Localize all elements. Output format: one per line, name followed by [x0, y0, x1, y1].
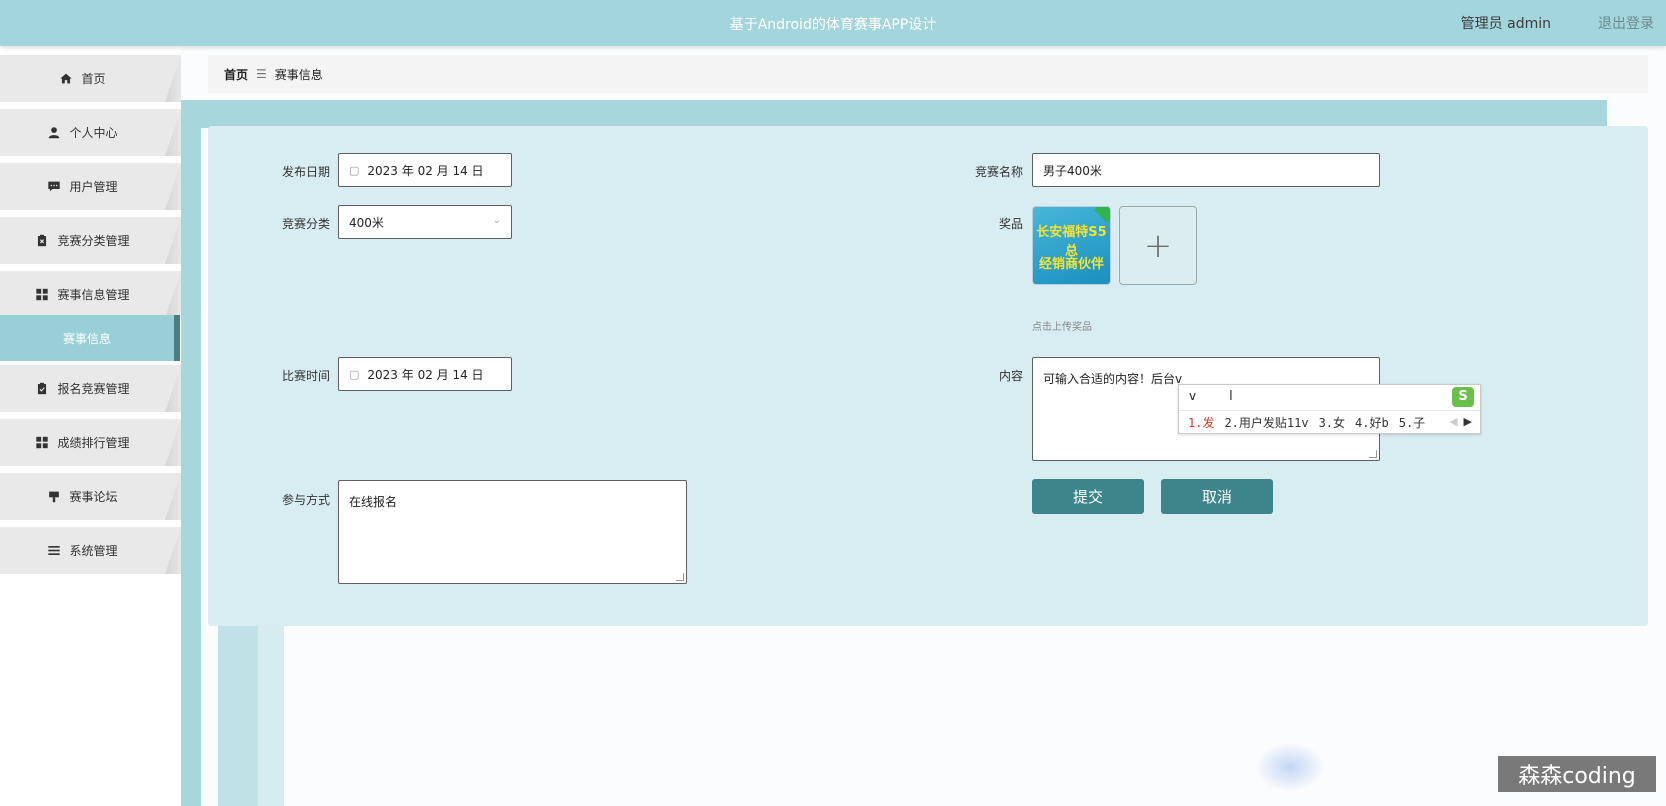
sidebar-item-label: 用户管理 [69, 180, 118, 194]
upload-hint: 点击上传奖品 [1032, 322, 1092, 333]
upload-prize-button[interactable]: + [1119, 206, 1197, 285]
sidebar-item-user-management[interactable]: 用户管理 [0, 163, 181, 210]
ime-candidate[interactable]: 3.女 [1319, 416, 1345, 430]
logout-link[interactable]: 退出登录 [1598, 13, 1654, 33]
chat-icon [48, 181, 61, 192]
match-time-value: 2023 年 02 月 14 日 [367, 367, 484, 382]
cursor-blur-artifact [1255, 742, 1325, 792]
breadcrumb-separator: ☰ [256, 67, 267, 81]
plus-icon: + [1143, 225, 1173, 266]
sidebar-item-label: 赛事信息管理 [57, 288, 130, 302]
sidebar-item-label: 竞赛分类管理 [57, 234, 130, 248]
participation-label: 参与方式 [281, 493, 330, 507]
competition-name-label: 竞赛名称 [974, 165, 1023, 179]
ime-page-nav[interactable]: ◀ ▶ [1449, 415, 1472, 428]
sidebar-item-label: 首页 [81, 72, 106, 86]
publish-date-value: 2023 年 02 月 14 日 [367, 163, 484, 178]
ime-composition: v [1189, 389, 1197, 403]
participation-value: 在线报名 [349, 495, 398, 509]
publish-date-label: 发布日期 [281, 165, 330, 179]
flag-icon [49, 491, 60, 503]
sidebar-item-label: 成绩排行管理 [57, 436, 130, 450]
participation-textarea[interactable]: 在线报名 [338, 480, 687, 584]
category-label: 竞赛分类 [281, 217, 330, 231]
ime-candidate[interactable]: 1.发 [1188, 416, 1214, 430]
watermark: 森森coding [1498, 756, 1656, 792]
breadcrumb-home[interactable]: 首页 [224, 66, 248, 83]
publish-date-field[interactable]: ▢ 2023 年 02 月 14 日 [338, 153, 512, 187]
content-left-band [181, 100, 201, 806]
current-user: 管理员 admin [1460, 16, 1551, 32]
content-top-band [181, 100, 1607, 128]
clipboard-icon [38, 234, 47, 247]
clipboard-check-icon [38, 382, 47, 395]
home-icon [60, 73, 73, 84]
category-value: 400米 [349, 215, 384, 230]
ime-candidate[interactable]: 5.子 [1399, 416, 1425, 430]
sogou-logo-icon: S [1452, 387, 1474, 407]
ime-candidate-window: v I S 1.发 2.用户发贴11v 3.女 4.好b 5.子 ◀ ▶ [1178, 384, 1481, 434]
submit-button[interactable]: 提交 [1032, 479, 1144, 514]
sidebar-item-ranking-management[interactable]: 成绩排行管理 [0, 419, 181, 466]
ime-divider [1179, 410, 1480, 411]
prev-page-icon[interactable]: ◀ [1449, 415, 1457, 428]
prize-label: 奖品 [998, 217, 1023, 231]
sidebar-item-registration-management[interactable]: 报名竞赛管理 [0, 365, 181, 412]
category-select[interactable]: 400米 ⌄ [338, 205, 512, 239]
sidebar-item-home[interactable]: 首页 [0, 55, 181, 102]
sidebar-item-system-management[interactable]: 系统管理 [0, 527, 181, 574]
grid-icon [36, 288, 49, 301]
breadcrumb-current: 赛事信息 [274, 67, 323, 82]
sidebar-item-label: 系统管理 [69, 544, 118, 558]
resize-handle[interactable] [1369, 450, 1377, 458]
text-cursor-icon: I [1229, 389, 1233, 404]
top-header: 基于Android的体育赛事APP设计 管理员 admin 退出登录 [0, 0, 1666, 46]
content-value: 可输入合适的内容！后台v [1043, 372, 1183, 386]
list-icon [48, 546, 61, 555]
chevron-down-icon: ⌄ [492, 215, 501, 226]
match-time-field[interactable]: ▢ 2023 年 02 月 14 日 [338, 357, 512, 391]
content-label: 内容 [998, 369, 1023, 383]
match-time-label: 比赛时间 [281, 369, 330, 383]
sidebar-item-label: 赛事信息 [62, 331, 111, 346]
next-page-icon[interactable]: ▶ [1464, 415, 1472, 428]
cancel-button[interactable]: 取消 [1161, 479, 1273, 514]
grid-icon [36, 436, 49, 449]
prize-image-text-line2: 经销商伙伴 [1038, 257, 1104, 272]
sidebar-item-label: 报名竞赛管理 [57, 382, 130, 396]
sidebar-item-personal-center[interactable]: 个人中心 [0, 109, 181, 156]
sidebar: 首页 个人中心 用户管理 竞赛分类管理 赛事信息管理 赛事信息 报名竞赛管理 成… [0, 46, 181, 806]
calendar-icon: ▢ [349, 163, 360, 177]
breadcrumb: 首页 ☰ 赛事信息 [208, 55, 1648, 93]
user-icon [49, 127, 60, 139]
competition-name-value: 男子400米 [1043, 163, 1102, 178]
calendar-icon: ▢ [349, 367, 360, 381]
sidebar-item-category-management[interactable]: 竞赛分类管理 [0, 217, 181, 264]
sidebar-item-event-info-management[interactable]: 赛事信息管理 [0, 271, 181, 318]
prize-image[interactable]: 长安福特S5总 经销商伙伴 [1032, 206, 1111, 285]
sidebar-subitem-event-info[interactable]: 赛事信息 [0, 315, 180, 361]
sidebar-item-label: 个人中心 [69, 126, 118, 140]
ime-candidate[interactable]: 2.用户发贴11v [1224, 416, 1308, 430]
app-title: 基于Android的体育赛事APP设计 [729, 17, 937, 33]
ime-candidate-list: 1.发 2.用户发贴11v 3.女 4.好b 5.子 [1188, 414, 1435, 431]
sidebar-item-label: 赛事论坛 [69, 490, 118, 504]
sidebar-item-forum[interactable]: 赛事论坛 [0, 473, 181, 520]
competition-name-input[interactable]: 男子400米 [1032, 153, 1380, 187]
resize-handle[interactable] [676, 573, 684, 581]
ime-candidate[interactable]: 4.好b [1355, 416, 1389, 430]
